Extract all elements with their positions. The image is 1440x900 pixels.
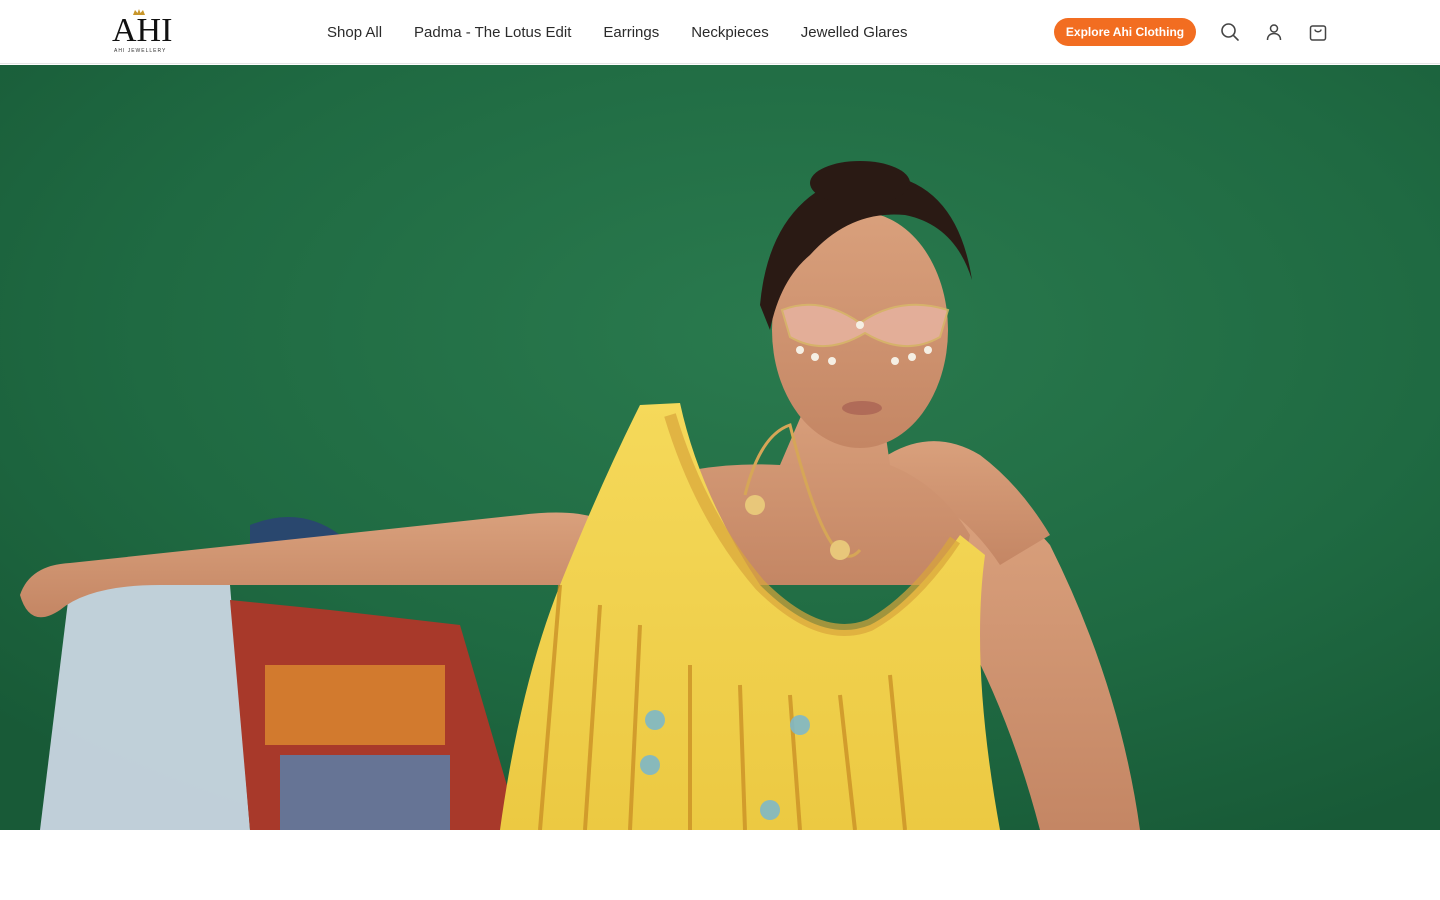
main-nav: Shop All Padma - The Lotus Edit Earrings… bbox=[327, 0, 907, 64]
nav-item-neckpieces[interactable]: Neckpieces bbox=[691, 24, 769, 41]
hero-banner[interactable] bbox=[0, 65, 1440, 830]
logo-text: AHI bbox=[112, 12, 173, 49]
account-icon bbox=[1266, 24, 1282, 41]
nav-item-jewelled-glares[interactable]: Jewelled Glares bbox=[801, 24, 908, 41]
cart-icon bbox=[1309, 25, 1327, 41]
nav-item-padma-the-lotus-edit[interactable]: Padma - The Lotus Edit bbox=[414, 24, 571, 41]
explore-clothing-button[interactable]: Explore Ahi Clothing bbox=[1054, 18, 1196, 46]
search-icon bbox=[1221, 23, 1239, 41]
cart-button[interactable] bbox=[1306, 20, 1330, 44]
search-button[interactable] bbox=[1218, 20, 1242, 44]
brand-logo[interactable]: AHI AHI JEWELLERY bbox=[112, 8, 178, 56]
nav-item-earrings[interactable]: Earrings bbox=[603, 24, 659, 41]
nav-item-shop-all[interactable]: Shop All bbox=[327, 24, 382, 41]
hero-image bbox=[0, 65, 1440, 830]
account-button[interactable] bbox=[1262, 20, 1286, 44]
logo-subtext: AHI JEWELLERY bbox=[114, 48, 167, 54]
site-header: AHI AHI JEWELLERY Shop All Padma - The L… bbox=[0, 0, 1440, 64]
